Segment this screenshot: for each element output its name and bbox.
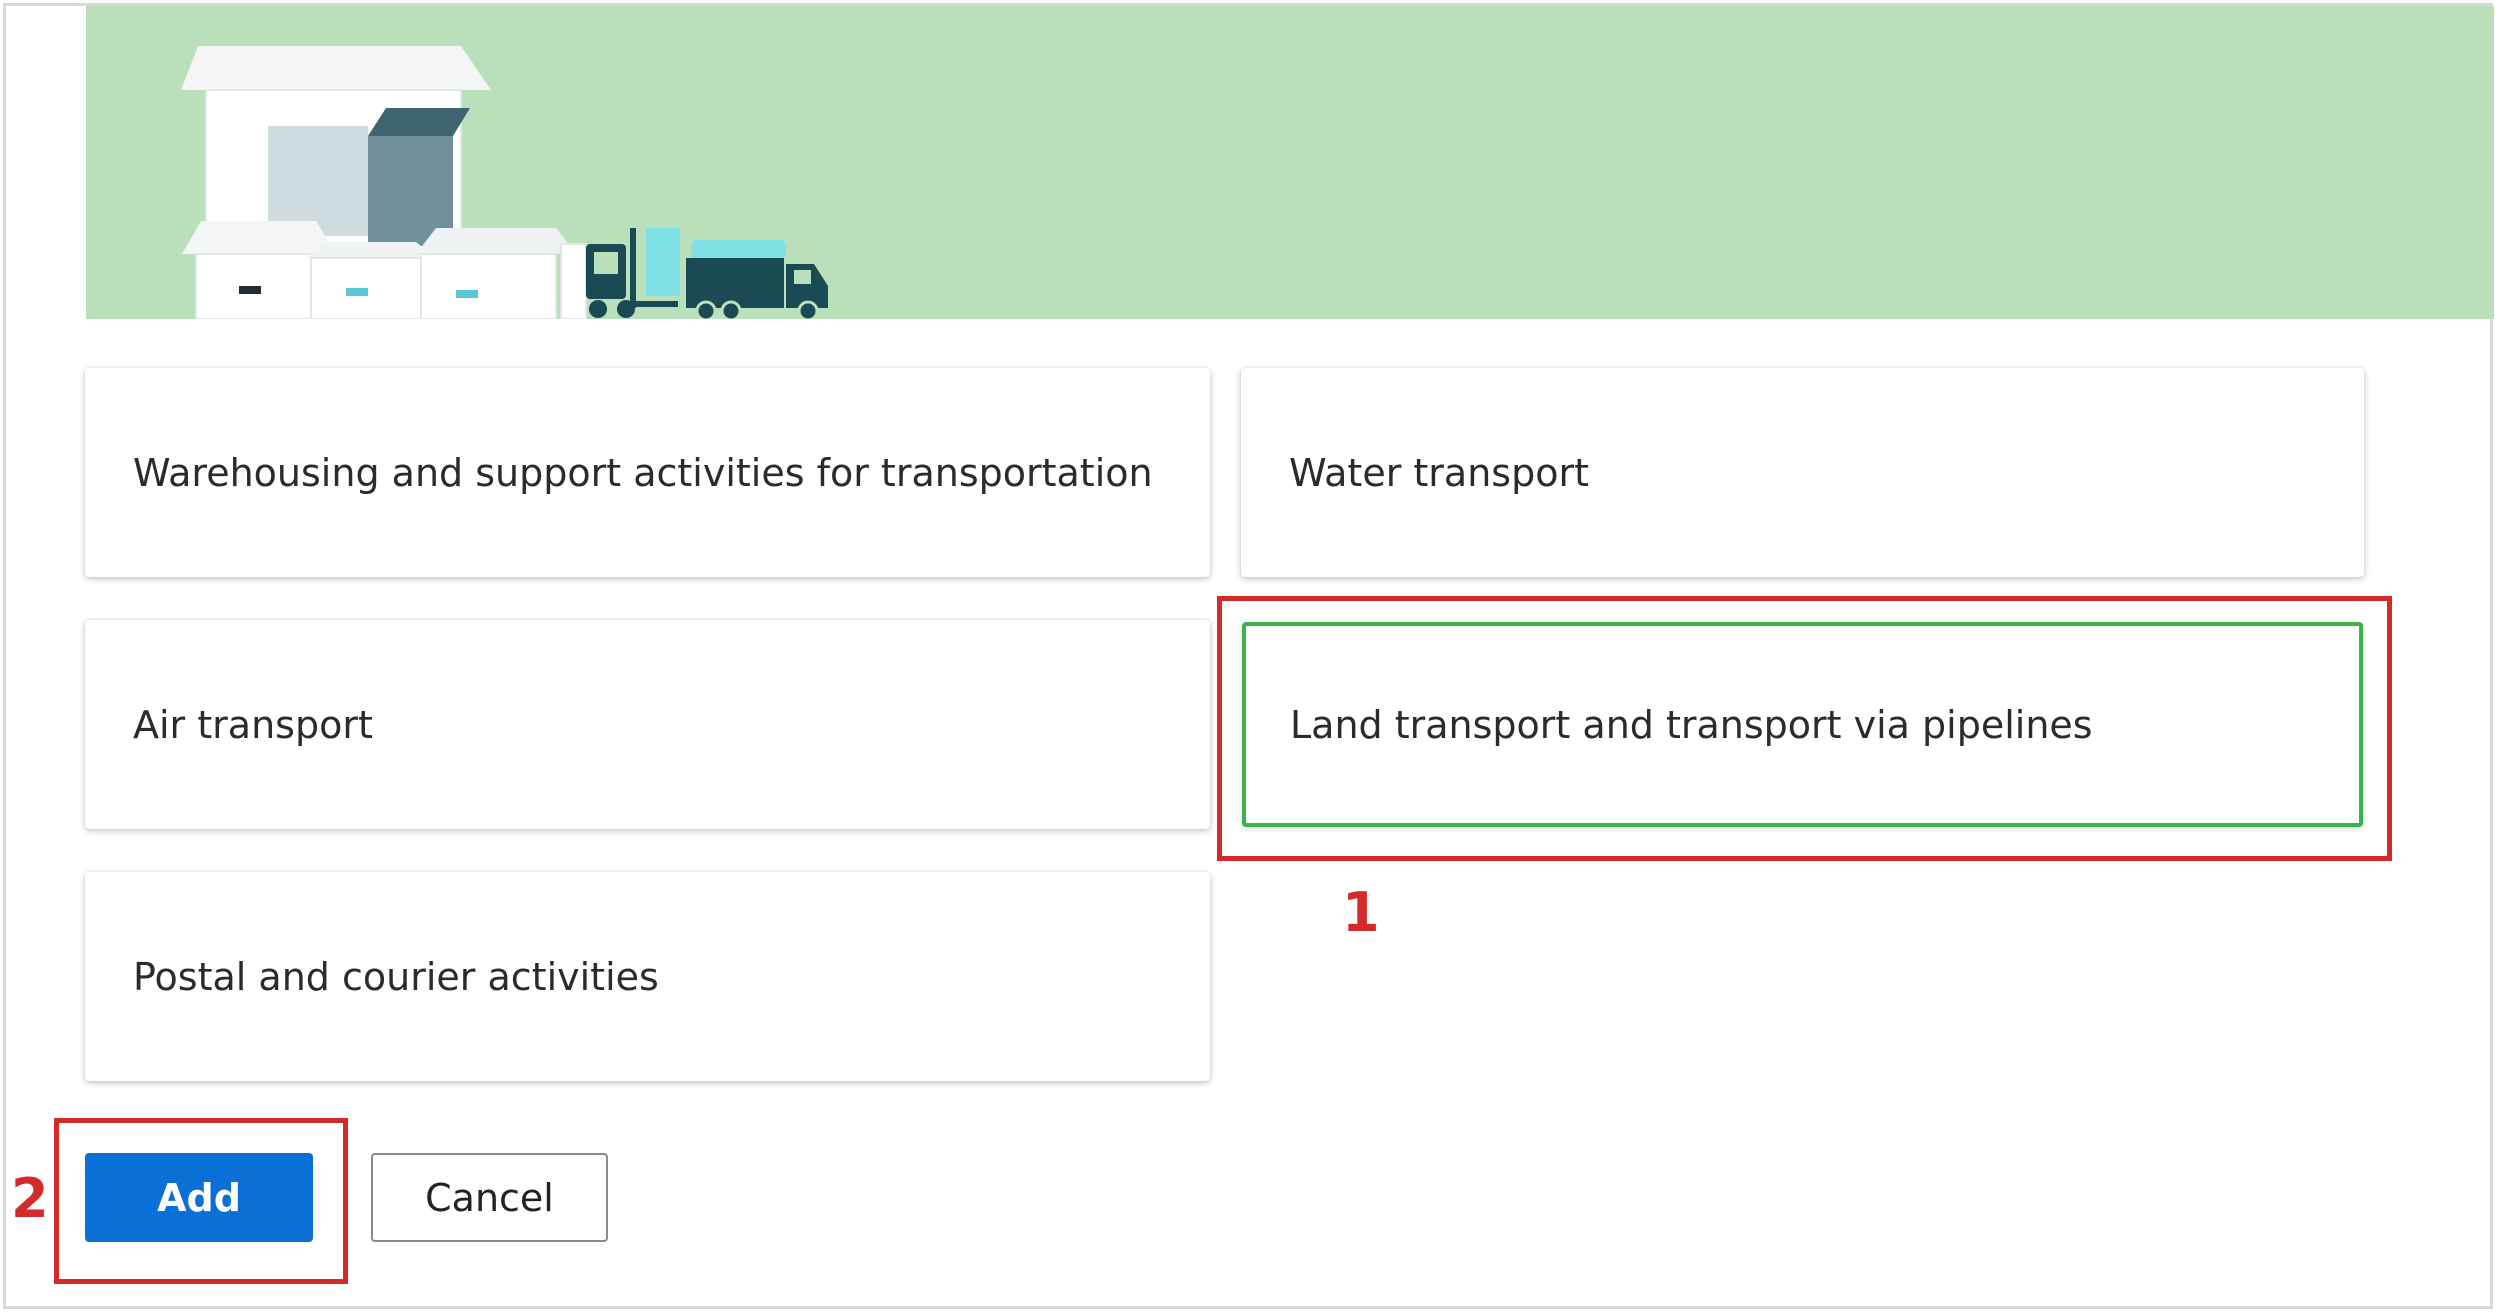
option-label: Warehousing and support activities for t… — [133, 450, 1153, 495]
option-label: Water transport — [1289, 450, 1589, 495]
step2-label: 2 — [11, 1167, 49, 1230]
option-label: Postal and courier activities — [133, 954, 659, 999]
warehouse-boxes-forklift-truck-icon — [181, 46, 828, 319]
category-banner — [86, 6, 2494, 319]
option-postal-courier[interactable]: Postal and courier activities — [85, 872, 1210, 1081]
step1-label: 1 — [1342, 881, 1380, 944]
option-label: Land transport and transport via pipelin… — [1290, 702, 2093, 747]
option-air-transport[interactable]: Air transport — [85, 620, 1210, 829]
option-land-transport[interactable]: Land transport and transport via pipelin… — [1242, 622, 2363, 827]
option-label: Air transport — [133, 702, 373, 747]
option-water-transport[interactable]: Water transport — [1241, 368, 2364, 577]
option-warehousing[interactable]: Warehousing and support activities for t… — [85, 368, 1210, 577]
cancel-button[interactable]: Cancel — [371, 1153, 608, 1242]
add-button[interactable]: Add — [85, 1153, 313, 1242]
